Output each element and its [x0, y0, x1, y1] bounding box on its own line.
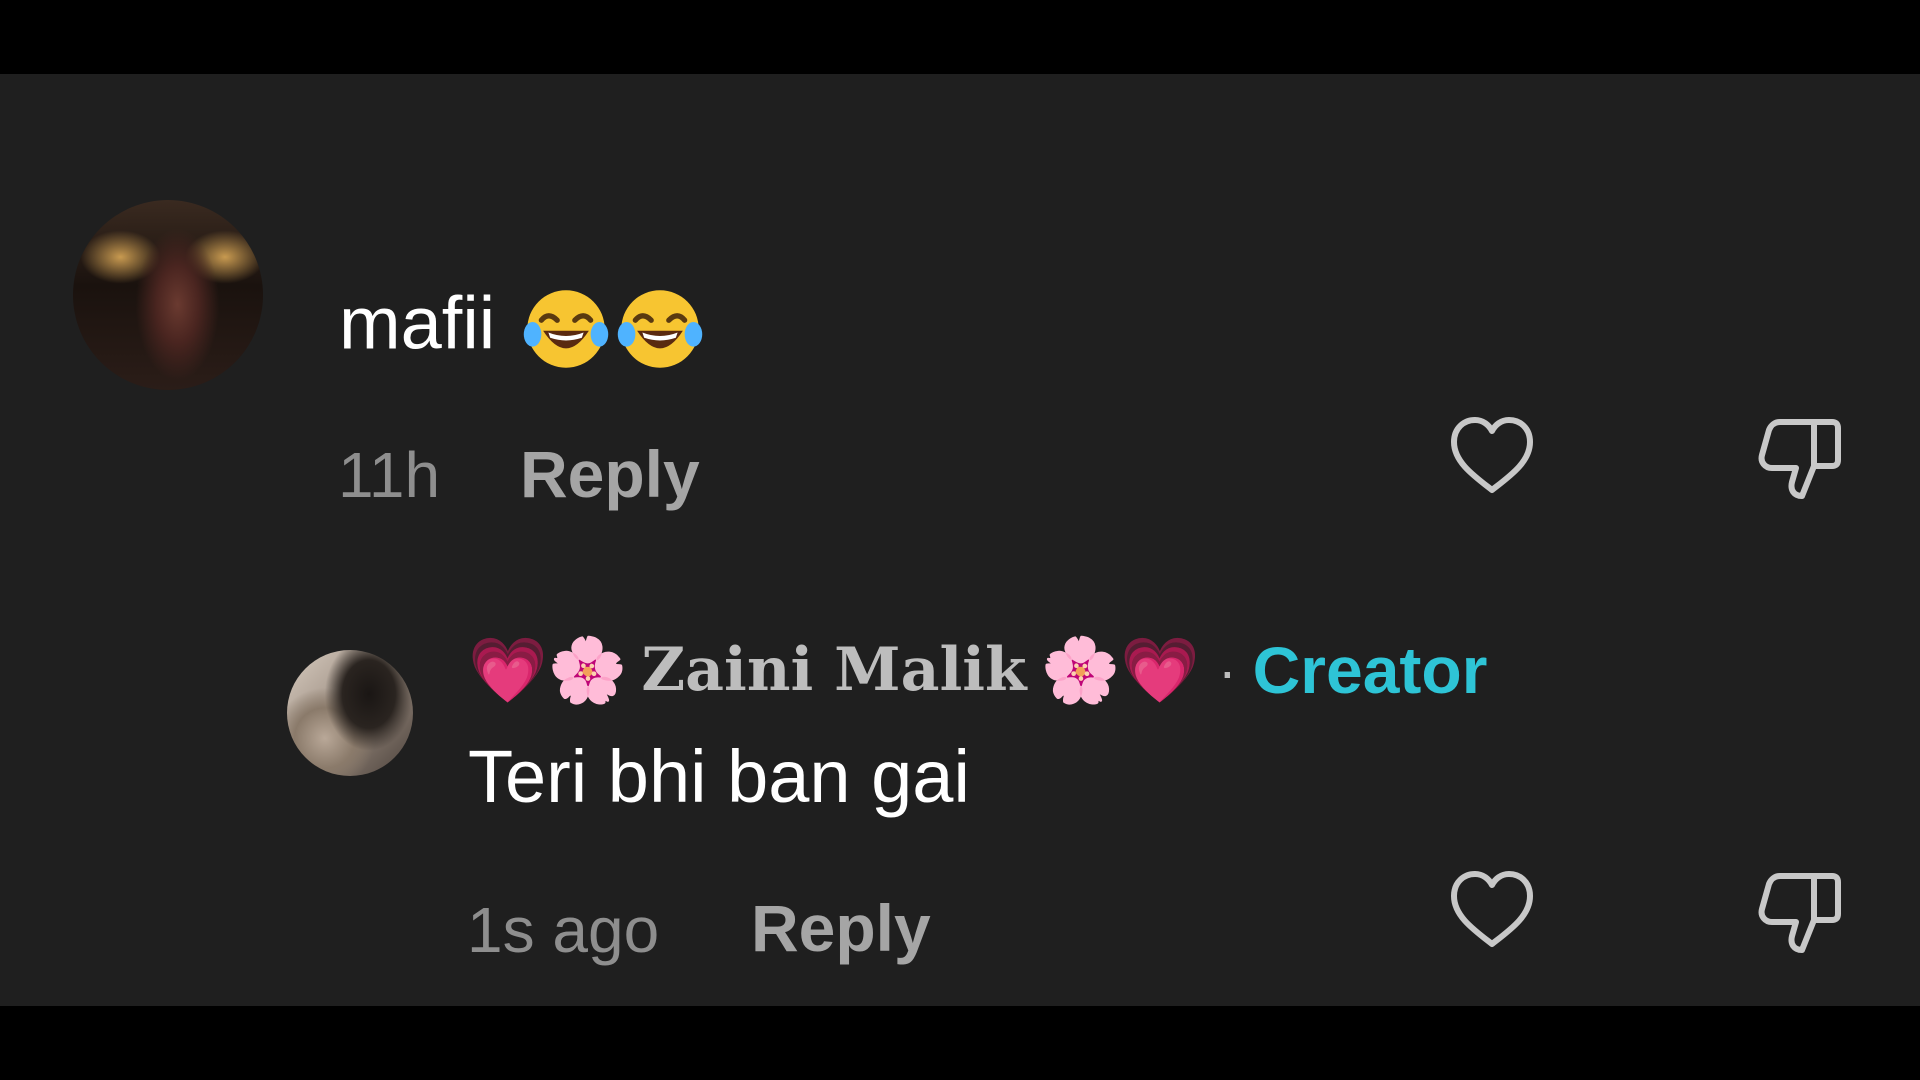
- heart-icon[interactable]: [1444, 408, 1540, 504]
- reply-button[interactable]: Reply: [751, 895, 931, 961]
- comments-panel: [0, 74, 1920, 1006]
- cherry-blossom-emoji-icon: 🌸: [547, 634, 628, 706]
- reply-author-line: 💗 🌸 Zaini Malik 🌸 💗 · Creator: [468, 630, 1487, 710]
- letterbox-bottom: [0, 1006, 1920, 1080]
- thumbs-down-icon[interactable]: [1752, 862, 1848, 958]
- reply-button[interactable]: Reply: [520, 441, 700, 507]
- pink-heart-emoji-icon: 💗: [1120, 634, 1200, 706]
- cherry-blossom-emoji-icon: 🌸: [1040, 634, 1121, 706]
- reply-timestamp: 1s ago: [467, 894, 660, 966]
- comment-text: mafii: [339, 285, 704, 373]
- thumbs-down-icon[interactable]: [1752, 408, 1848, 504]
- laughing-emoji-icon: [617, 290, 703, 368]
- commenter-avatar[interactable]: [73, 200, 263, 390]
- laughing-emoji-icon: [523, 290, 609, 368]
- reply-author-name[interactable]: Zaini Malik: [641, 635, 1026, 705]
- reply-text: Teri bhi ban gai: [468, 735, 970, 818]
- letterbox-top: [0, 0, 1920, 74]
- separator-dot: ·: [1217, 638, 1237, 702]
- creator-avatar[interactable]: [287, 650, 413, 776]
- comment-timestamp: 11h: [338, 439, 441, 511]
- pink-heart-emoji-icon: 💗: [468, 634, 548, 706]
- creator-badge: Creator: [1252, 633, 1488, 707]
- comment-body: mafii: [339, 281, 496, 365]
- heart-icon[interactable]: [1444, 862, 1540, 958]
